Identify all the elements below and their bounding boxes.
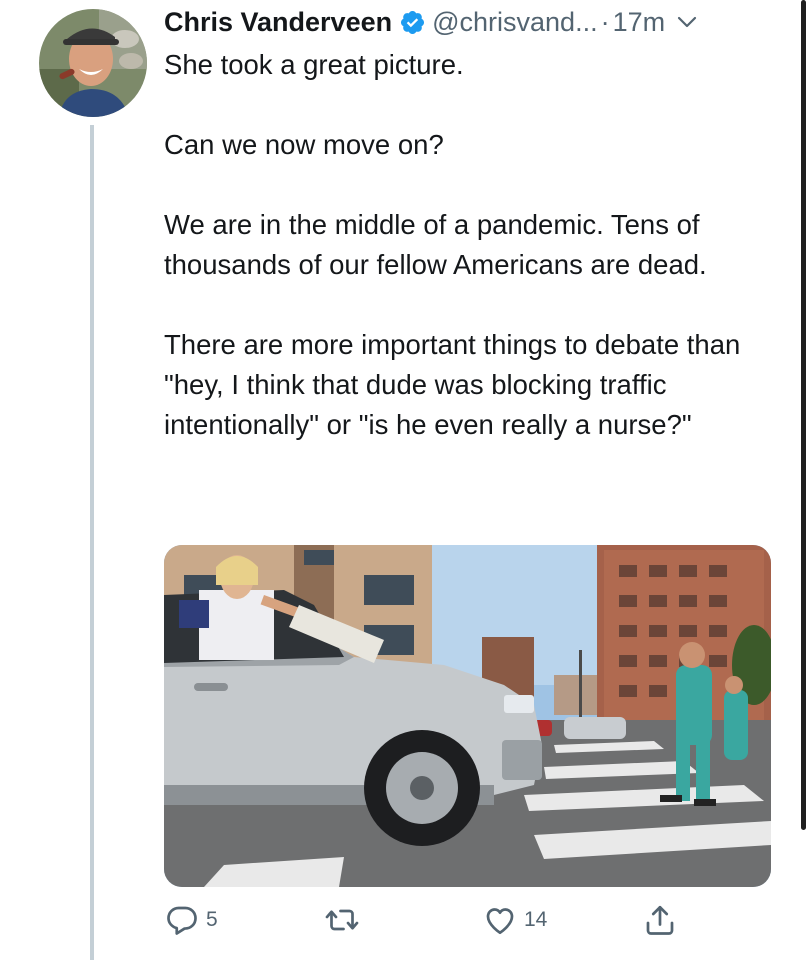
share-icon <box>646 905 674 935</box>
tweet-text: She took a great picture. Can we now mov… <box>164 45 784 485</box>
tweet-actions: 5 14 <box>164 900 724 944</box>
timestamp[interactable]: 17m <box>613 7 666 38</box>
share-button[interactable] <box>642 900 678 940</box>
chevron-down-icon[interactable] <box>675 10 699 34</box>
heart-icon <box>486 908 514 935</box>
avatar[interactable] <box>39 9 147 117</box>
avatar-image <box>39 9 147 117</box>
like-button[interactable]: 14 <box>482 900 547 940</box>
like-count: 14 <box>524 908 548 931</box>
photo-image <box>164 545 771 887</box>
handle[interactable]: @chrisvand... <box>432 7 597 38</box>
reply-count: 5 <box>206 908 218 931</box>
verified-badge-icon <box>401 10 425 34</box>
retweet-button[interactable] <box>324 900 366 940</box>
tweet-paragraph: We are in the middle of a pandemic. Tens… <box>164 209 707 280</box>
display-name[interactable]: Chris Vanderveen <box>164 7 392 38</box>
thread-line <box>90 125 94 960</box>
tweet-paragraph: Can we now move on? <box>164 129 444 160</box>
tweet-photo[interactable] <box>164 545 771 887</box>
reply-icon <box>167 906 197 935</box>
scrollbar[interactable] <box>801 0 806 830</box>
reply-button[interactable]: 5 <box>164 900 218 940</box>
separator: · <box>600 6 610 37</box>
tweet-header: Chris Vanderveen @chrisvand... · 17m <box>164 4 784 40</box>
tweet-paragraph: There are more important things to debat… <box>164 329 741 440</box>
retweet-icon <box>325 909 359 931</box>
tweet-paragraph: She took a great picture. <box>164 49 464 80</box>
